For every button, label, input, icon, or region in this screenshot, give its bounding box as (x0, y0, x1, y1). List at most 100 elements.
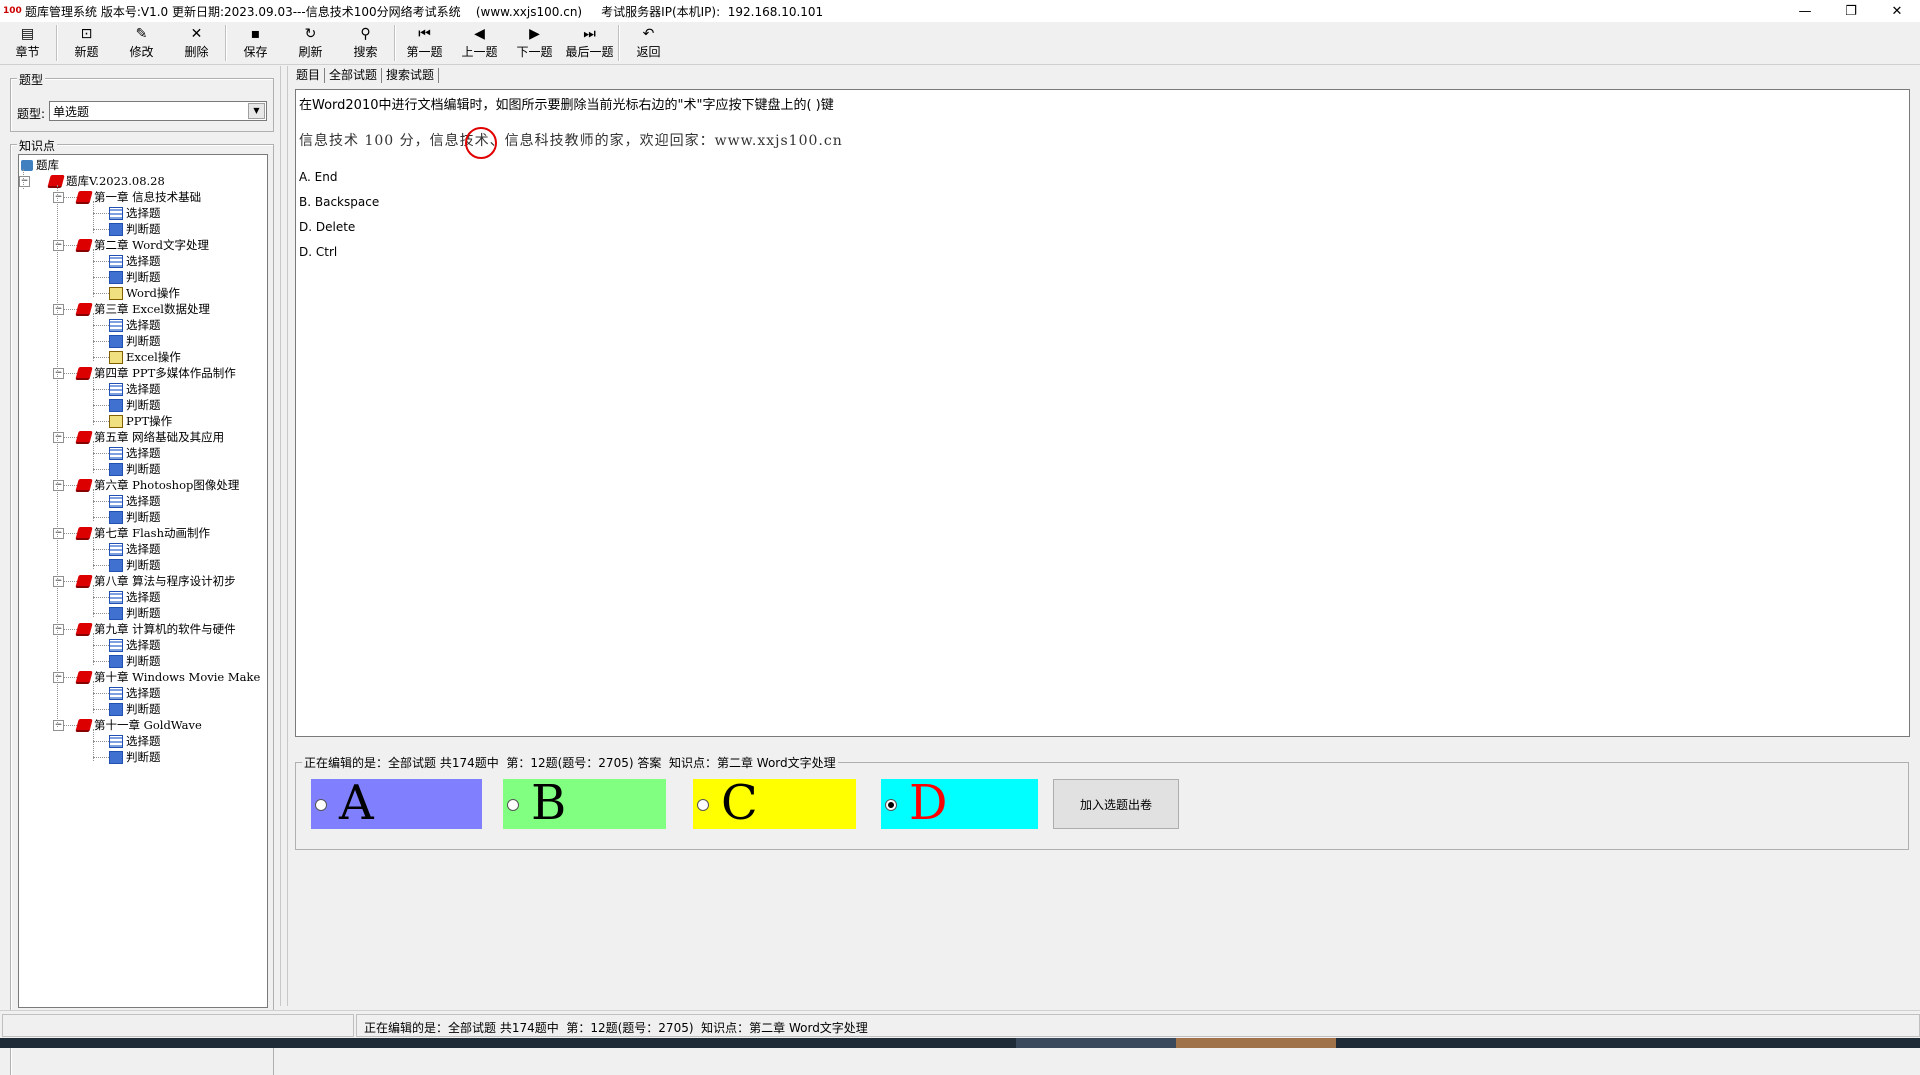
grid-icon (109, 558, 123, 572)
tab-search-questions[interactable]: 搜索试题 (382, 68, 440, 83)
tree-connector (93, 729, 94, 761)
tree-item-label: 判断题 (126, 222, 161, 236)
tree-leaf[interactable]: 判断题 (109, 397, 161, 413)
type-select[interactable]: 单选题 ▼ (49, 101, 267, 121)
tree-leaf[interactable]: 判断题 (109, 557, 161, 573)
minimize-button[interactable]: — (1782, 0, 1828, 22)
tree-item-label: 选择题 (126, 318, 161, 332)
tree-item-label: 第九章 计算机的软件与硬件 (94, 622, 236, 636)
collapse-icon[interactable]: − (19, 176, 30, 187)
tree-chapter[interactable]: 第五章 网络基础及其应用 (75, 429, 224, 445)
tree-chapter[interactable]: 第八章 算法与程序设计初步 (75, 573, 236, 589)
tree-leaf[interactable]: 判断题 (109, 701, 161, 717)
tree-connector (93, 585, 94, 617)
tree-leaf[interactable]: 判断题 (109, 653, 161, 669)
tree-leaf[interactable]: 选择题 (109, 637, 161, 653)
tree-root[interactable]: 题库 (21, 157, 59, 173)
tree-item-label: 判断题 (126, 462, 161, 476)
chevron-down-icon[interactable]: ▼ (248, 103, 265, 119)
tree-leaf[interactable]: 判断题 (109, 269, 161, 285)
tree-leaf[interactable]: 选择题 (109, 381, 161, 397)
tree-connector (93, 213, 109, 214)
tree-connector (63, 373, 77, 374)
tree-leaf[interactable]: 判断题 (109, 461, 161, 477)
tab-all-questions[interactable]: 全部试题 (325, 68, 383, 83)
tree-leaf[interactable]: 判断题 (109, 333, 161, 349)
tree-chapter[interactable]: 第十章 Windows Movie Make (75, 669, 260, 685)
tree-leaf[interactable]: 判断题 (109, 509, 161, 525)
tree-connector (93, 613, 109, 614)
back-button[interactable]: ↶ 返回 (621, 22, 676, 62)
book-icon (75, 526, 93, 540)
type-group-label: 题型 (17, 71, 46, 88)
radio-button[interactable] (697, 799, 709, 811)
tree-leaf[interactable]: 判断题 (109, 749, 161, 765)
tree-chapter[interactable]: 第一章 信息技术基础 (75, 189, 201, 205)
tree-chapter[interactable]: 第六章 Photoshop图像处理 (75, 477, 239, 493)
edit-button[interactable]: ✎ 修改 (114, 22, 169, 62)
radio-button[interactable] (315, 799, 327, 811)
tree-leaf[interactable]: Excel操作 (109, 349, 181, 365)
tree-leaf[interactable]: 选择题 (109, 685, 161, 701)
tree-leaf[interactable]: 选择题 (109, 541, 161, 557)
chapter-button[interactable]: ▤ 章节 (0, 22, 55, 62)
tree-leaf[interactable]: 判断题 (109, 605, 161, 621)
tree-chapter[interactable]: 第十一章 GoldWave (75, 717, 202, 733)
answer-choice-c[interactable]: C (693, 775, 856, 831)
tree-leaf[interactable]: 选择题 (109, 733, 161, 749)
answer-choice-a[interactable]: A (311, 775, 482, 831)
edit-icon: ✎ (135, 25, 148, 42)
question-text: 在Word2010中进行文档编辑时，如图所示要删除当前光标右边的"术"字应按下键… (299, 98, 834, 113)
close-button[interactable]: ✕ (1874, 0, 1920, 22)
question-image-text: 信息技术 100 分，信息技术、信息科技教师的家，欢迎回家：www.xxjs10… (299, 133, 843, 149)
new-button[interactable]: ⊡ 新题 (59, 22, 114, 62)
tree-item-label: 第七章 Flash动画制作 (94, 526, 210, 540)
tree-chapter[interactable]: 第四章 PPT多媒体作品制作 (75, 365, 236, 381)
knowledge-tree[interactable]: 题库 − 题库V.2023.08.28− 第一章 信息技术基础 选择题 判断题 − 第二章 W… (18, 154, 268, 1008)
panel-splitter[interactable] (280, 66, 288, 1006)
restore-button[interactable]: ❐ (1828, 0, 1874, 22)
option-a: A. End (299, 170, 338, 184)
tab-question[interactable]: 题目 (292, 68, 326, 83)
search-icon: ⚲ (360, 25, 371, 42)
grid-icon (109, 334, 123, 348)
tree-leaf[interactable]: Word操作 (109, 285, 180, 301)
tree-chapter[interactable]: 第七章 Flash动画制作 (75, 525, 210, 541)
tree-item-label: 选择题 (126, 686, 161, 700)
grid-icon (109, 638, 123, 652)
tree-leaf[interactable]: 选择题 (109, 253, 161, 269)
tree-leaf[interactable]: 选择题 (109, 589, 161, 605)
next-button[interactable]: ▶ 下一题 (507, 22, 562, 62)
tree-chapter[interactable]: 第二章 Word文字处理 (75, 237, 209, 253)
tree-bank[interactable]: 题库V.2023.08.28 (47, 173, 165, 189)
tree-leaf[interactable]: 选择题 (109, 445, 161, 461)
tree-leaf[interactable]: 选择题 (109, 205, 161, 221)
tree-chapter[interactable]: 第九章 计算机的软件与硬件 (75, 621, 236, 637)
tree-leaf[interactable]: PPT操作 (109, 413, 172, 429)
refresh-button[interactable]: ↻ 刷新 (283, 22, 338, 62)
chapter-icon: ▤ (20, 25, 35, 42)
radio-button[interactable] (885, 799, 897, 811)
taskbar-item[interactable] (1016, 1038, 1176, 1048)
tree-leaf[interactable]: 选择题 (109, 493, 161, 509)
answer-choice-b[interactable]: B (503, 775, 666, 831)
tree-chapter[interactable]: 第三章 Excel数据处理 (75, 301, 210, 317)
tree-connector (93, 293, 109, 294)
add-to-paper-button[interactable]: 加入选题出卷 (1053, 779, 1179, 829)
search-button[interactable]: ⚲ 搜索 (338, 22, 393, 62)
question-editor[interactable]: 在Word2010中进行文档编辑时，如图所示要删除当前光标右边的"术"字应按下键… (295, 89, 1910, 737)
tree-connector (93, 741, 109, 742)
answer-choice-d[interactable]: D (881, 775, 1038, 831)
prev-button[interactable]: ◀ 上一题 (452, 22, 507, 62)
tree-connector (93, 517, 109, 518)
tree-leaf[interactable]: 判断题 (109, 221, 161, 237)
tree-leaf[interactable]: 选择题 (109, 317, 161, 333)
first-button[interactable]: ⏮ 第一题 (397, 22, 452, 62)
radio-button[interactable] (507, 799, 519, 811)
book-icon (75, 478, 93, 492)
delete-button[interactable]: ✕ 删除 (169, 22, 224, 62)
last-button[interactable]: ⏭ 最后一题 (562, 22, 617, 62)
taskbar-item-active[interactable] (1176, 1038, 1336, 1048)
save-button[interactable]: ▪ 保存 (228, 22, 283, 62)
tree-item-label: 选择题 (126, 542, 161, 556)
